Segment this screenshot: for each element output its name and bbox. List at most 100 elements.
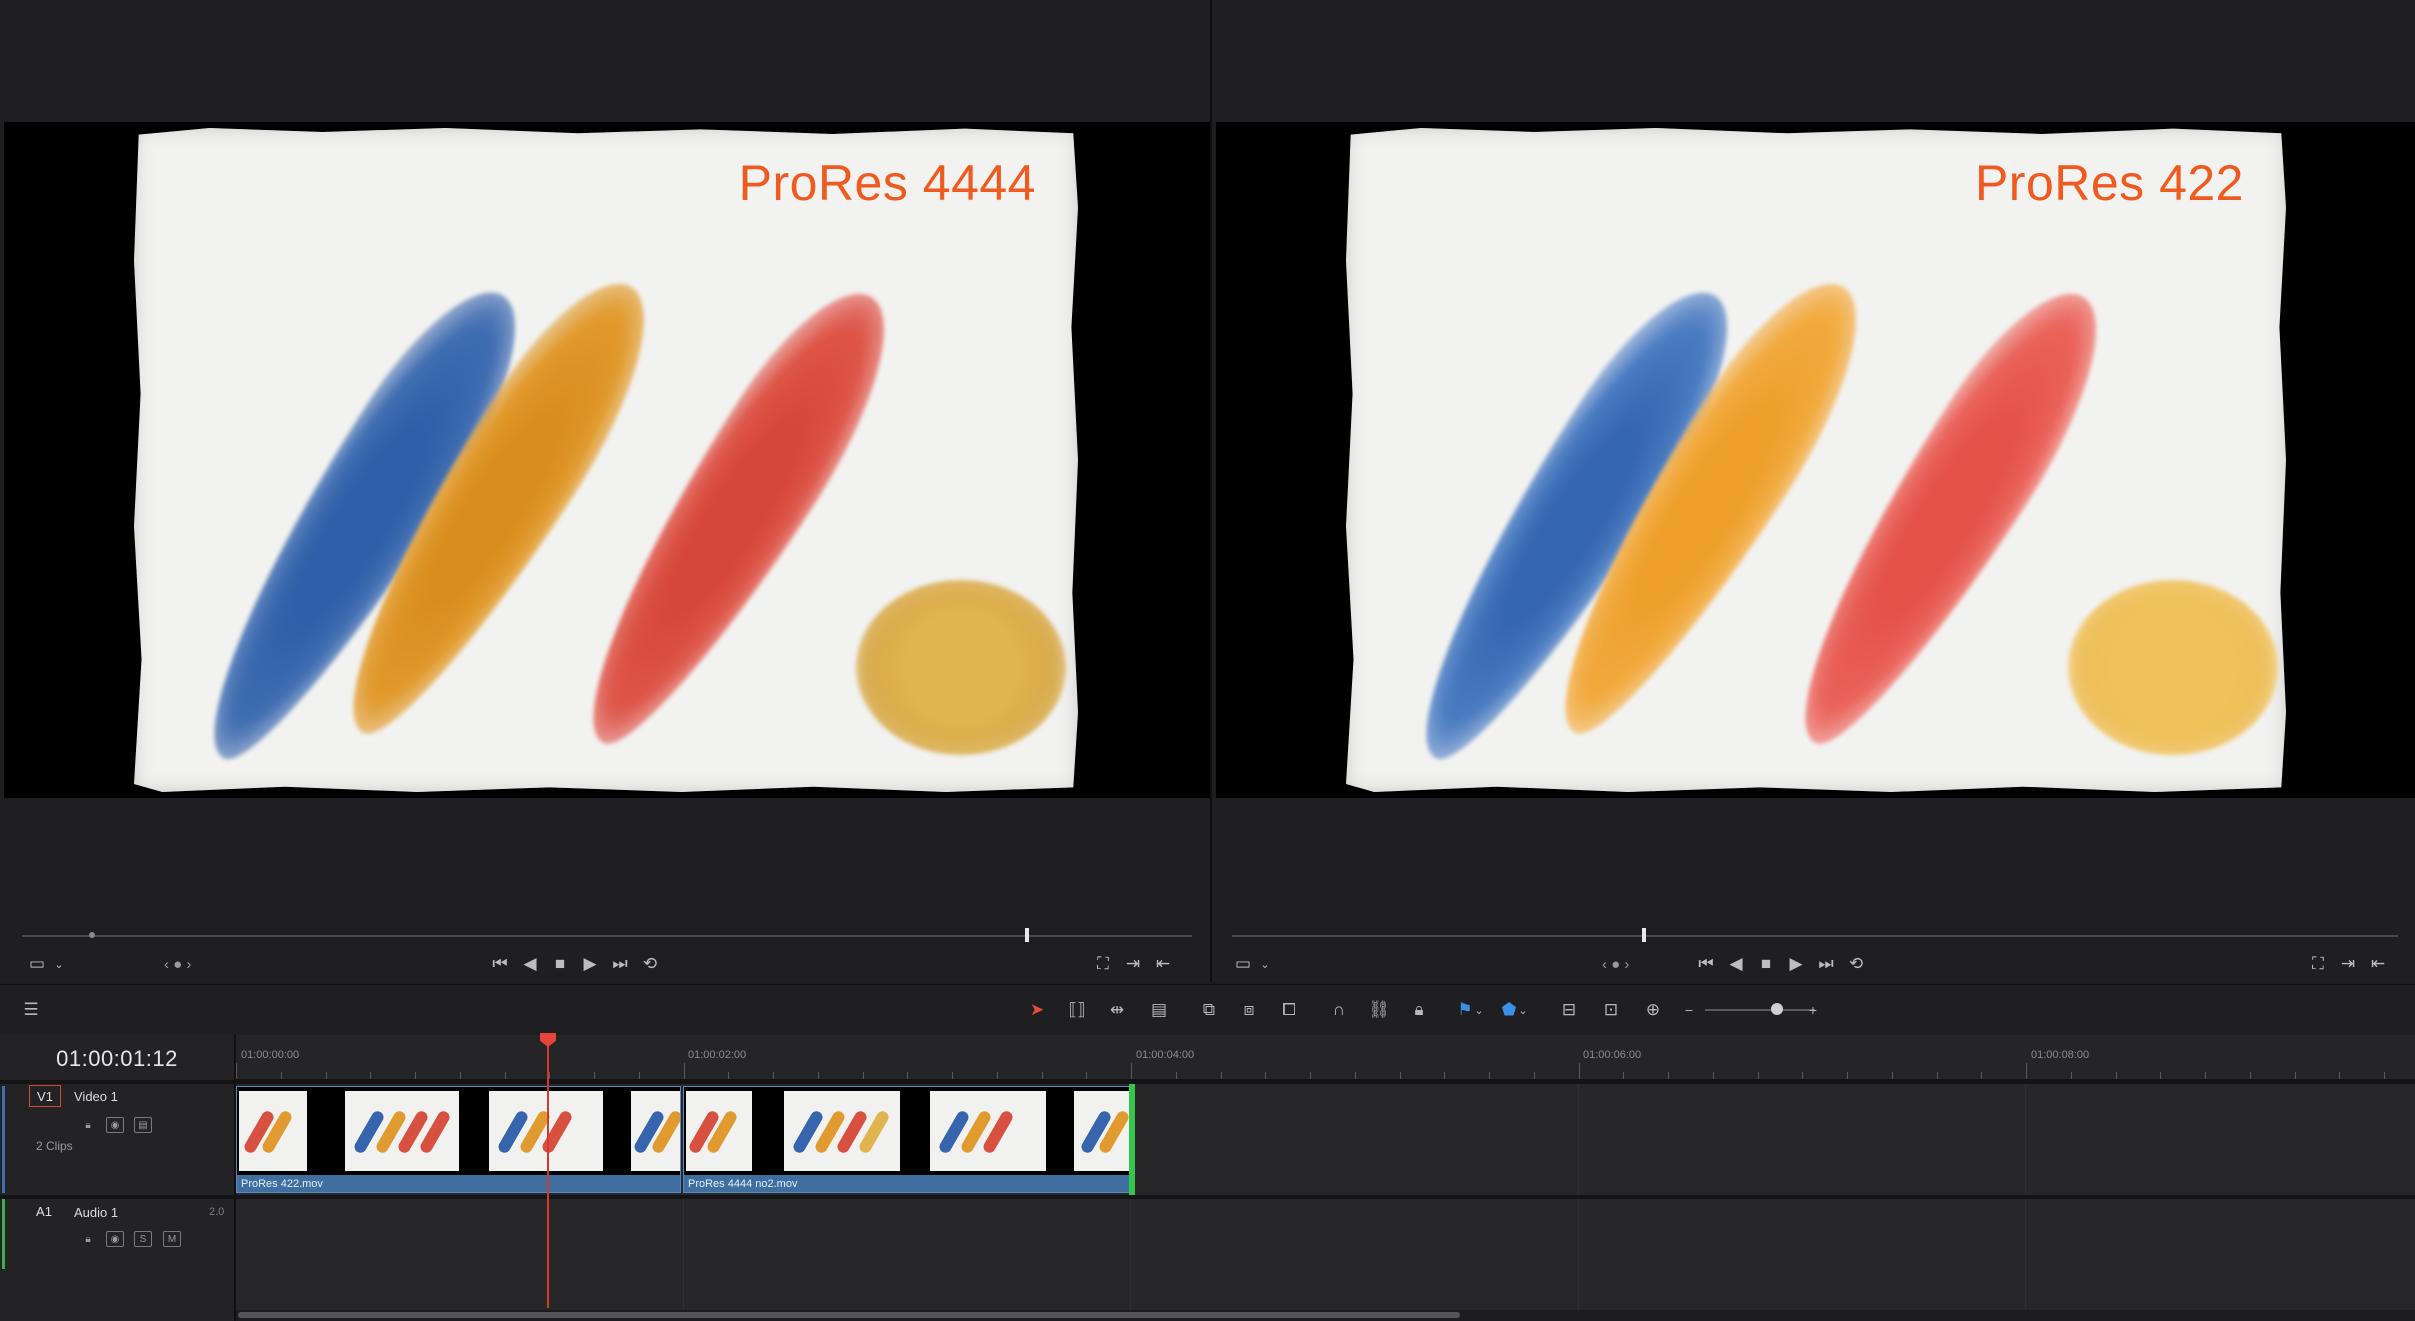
scrubber-handle[interactable]: [1642, 928, 1646, 942]
play-icon[interactable]: ▶: [1781, 951, 1811, 977]
ruler-tick: [1444, 1072, 1446, 1079]
yellow-paint-blob: [2068, 580, 2278, 755]
ruler-tick: [728, 1072, 730, 1079]
mark-out-icon[interactable]: ⇥: [1118, 951, 1148, 977]
clip-thumbnails: [237, 1087, 680, 1175]
scrubber-track[interactable]: [22, 935, 1192, 937]
viewer-canvas[interactable]: ProRes 422: [1216, 122, 2415, 798]
chevron-down-icon[interactable]: ⌄: [1472, 997, 1486, 1023]
loop-icon[interactable]: ⟲: [635, 951, 665, 977]
mark-out-icon[interactable]: ⇥: [2333, 951, 2363, 977]
blade-tool-icon[interactable]: ▤: [1146, 997, 1172, 1023]
go-to-start-icon[interactable]: ⏮: [485, 951, 515, 977]
reverse-play-icon[interactable]: ◀: [1721, 951, 1751, 977]
track-name[interactable]: Video 1: [74, 1089, 118, 1104]
viewer-layout-icon[interactable]: ▭: [22, 951, 52, 977]
scrubber-track[interactable]: [1232, 935, 2398, 937]
ruler-label: 01:00:06:00: [1583, 1049, 1642, 1061]
ruler-tick: [1265, 1072, 1267, 1079]
audio-track-header[interactable]: A1 Audio 1 2.0 🔒︎ ◉ S M: [0, 1199, 234, 1310]
chevron-down-icon[interactable]: ⌄: [52, 951, 66, 977]
timeline-horizontal-scrollbar[interactable]: [236, 1310, 2415, 1321]
ruler-tick: [459, 1072, 461, 1079]
jog-wheel[interactable]: ‹ ● ›: [1602, 956, 1629, 973]
clip-name: ProRes 422.mov: [241, 1178, 323, 1190]
mute-button[interactable]: M: [163, 1231, 181, 1247]
video-track-header[interactable]: V1 Video 1 2 Clips 🔒︎ ◉ ▤: [0, 1084, 234, 1195]
go-to-start-icon[interactable]: ⏮: [1691, 951, 1721, 977]
track-tag-v1[interactable]: V1: [29, 1085, 61, 1107]
replace-clip-icon[interactable]: ⧠: [1276, 997, 1302, 1023]
zoom-slider-track[interactable]: [1705, 1009, 1815, 1011]
solo-button[interactable]: S: [134, 1231, 152, 1247]
ruler-tick: [2384, 1072, 2385, 1079]
trim-tool-icon[interactable]: ⟦⟧: [1064, 997, 1090, 1023]
mark-in-icon[interactable]: ⇤: [2363, 951, 2393, 977]
go-to-end-icon[interactable]: ⏭: [1811, 951, 1841, 977]
ruler-tick: [996, 1072, 998, 1079]
viewer-options[interactable]: ▭ ⌄: [22, 950, 66, 978]
viewer-canvas[interactable]: ProRes 4444: [4, 122, 1210, 798]
selection-tool-icon[interactable]: ➤: [1024, 997, 1050, 1023]
ruler-tick: [1981, 1072, 1983, 1079]
ruler-tick: [1623, 1072, 1625, 1079]
go-to-end-icon[interactable]: ⏭: [605, 951, 635, 977]
reverse-play-icon[interactable]: ◀: [515, 951, 545, 977]
loop-icon[interactable]: ⟲: [1841, 951, 1871, 977]
insert-clip-icon[interactable]: ⧉: [1196, 997, 1222, 1023]
match-frame-icon[interactable]: ⛶: [1088, 951, 1118, 977]
clip-end-edit-point[interactable]: [1129, 1084, 1135, 1195]
lock-icon[interactable]: 🔒︎: [80, 1232, 96, 1246]
chevron-down-icon[interactable]: ⌄: [1516, 997, 1530, 1023]
play-icon[interactable]: ▶: [575, 951, 605, 977]
track-enable-icon[interactable]: ▤: [134, 1117, 152, 1133]
zoom-custom-icon[interactable]: ⊕: [1640, 997, 1666, 1023]
track-tag-a1[interactable]: A1: [29, 1201, 59, 1221]
zoom-out-icon[interactable]: −: [1676, 997, 1702, 1023]
playhead-line[interactable]: [547, 1038, 549, 1308]
timeline-timecode[interactable]: 01:00:01:12: [0, 1035, 234, 1083]
ruler-tick: [1668, 1072, 1669, 1079]
jog-control[interactable]: ‹ ● ›: [164, 950, 191, 978]
jog-control[interactable]: ‹ ● ›: [1602, 950, 1629, 978]
timeline-view-options-icon[interactable]: ☰: [18, 997, 44, 1023]
zoom-slider-knob[interactable]: [1771, 1003, 1783, 1015]
auto-select-icon[interactable]: ◉: [106, 1117, 124, 1133]
video-clip[interactable]: ProRes 422.mov: [236, 1086, 681, 1193]
timeline-viewer[interactable]: ProRes 422 ▭ ⌄ ‹ ● › ⏮ ◀ ■ ▶ ⏭ ⟲ ⛶ ⇥ ⇤: [1212, 0, 2415, 982]
codec-label: ProRes 4444: [738, 155, 1036, 211]
zoom-full-icon[interactable]: ⊟: [1556, 997, 1582, 1023]
source-viewer[interactable]: ProRes 4444 ▭ ⌄ ‹ ● › ⏮ ◀ ■ ▶ ⏭ ⟲ ⛶ ⇥ ⇤: [0, 0, 1212, 982]
position-lock-icon[interactable]: 🔒︎: [1406, 997, 1432, 1023]
zoom-detail-icon[interactable]: ⊡: [1598, 997, 1624, 1023]
lock-icon[interactable]: 🔒︎: [80, 1118, 96, 1132]
track-name[interactable]: Audio 1: [74, 1205, 118, 1220]
ruler-tick: [683, 1063, 685, 1079]
viewer-options[interactable]: ▭ ⌄: [1228, 950, 1272, 978]
jog-wheel[interactable]: ‹ ● ›: [164, 956, 191, 973]
zoom-in-icon[interactable]: +: [1800, 997, 1826, 1023]
ruler-tick: [594, 1072, 595, 1079]
ruler-tick: [1220, 1072, 1222, 1079]
audio-channels: 2.0: [209, 1206, 225, 1218]
ruler-tick: [2070, 1072, 2072, 1079]
ruler-tick: [1175, 1072, 1177, 1079]
auto-select-icon[interactable]: ◉: [106, 1231, 124, 1247]
linked-selection-icon[interactable]: ⛓: [1366, 997, 1392, 1023]
mark-in-icon[interactable]: ⇤: [1148, 951, 1178, 977]
chevron-down-icon[interactable]: ⌄: [1258, 951, 1272, 977]
snapping-icon[interactable]: ∩: [1326, 997, 1352, 1023]
ruler-tick: [1847, 1072, 1848, 1079]
dynamic-trim-icon[interactable]: ⇹: [1104, 997, 1130, 1023]
video-clip[interactable]: ProRes 4444 no2.mov: [683, 1086, 1131, 1193]
scrubber-handle[interactable]: [1025, 928, 1029, 942]
match-frame-icon[interactable]: ⛶: [2303, 951, 2333, 977]
timeline-ruler[interactable]: 01:00:00:00 01:00:02:00 01:00:04:00 01:0…: [236, 1035, 2415, 1080]
overwrite-clip-icon[interactable]: ⧈: [1236, 997, 1262, 1023]
viewer-layout-icon[interactable]: ▭: [1228, 951, 1258, 977]
stop-icon[interactable]: ■: [1751, 951, 1781, 977]
scrollbar-thumb[interactable]: [238, 1312, 1460, 1318]
ruler-label: 01:00:02:00: [688, 1049, 747, 1061]
stop-icon[interactable]: ■: [545, 951, 575, 977]
ruler-label: 01:00:04:00: [1136, 1049, 1195, 1061]
